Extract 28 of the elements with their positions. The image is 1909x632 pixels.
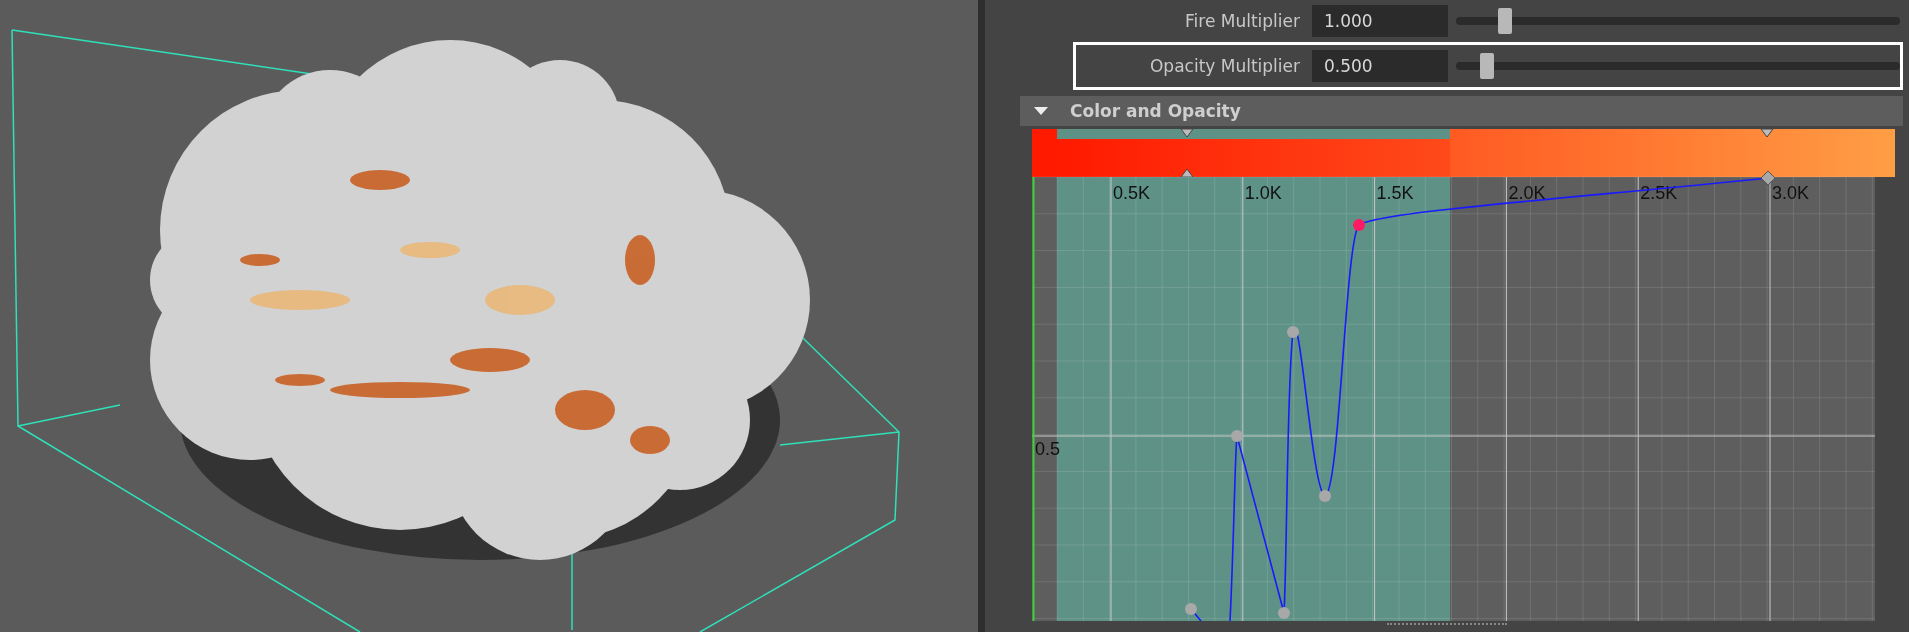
attribute-row[interactable]: Fire Multiplier 1.000 [1073,0,1903,42]
value-field[interactable]: 1.000 [1312,5,1448,37]
attribute-label: Opacity Multiplier [1148,56,1301,76]
slider-thumb[interactable] [1497,8,1512,34]
collapse-arrow-icon[interactable] [1034,107,1048,115]
value-field[interactable]: 0.500 [1312,50,1448,82]
section-title: Color and Opacity [1070,101,1241,121]
slider[interactable] [1456,8,1900,34]
curve-point-icon[interactable] [1319,490,1331,502]
curve-point-icon[interactable] [1185,603,1197,615]
slider-thumb[interactable] [1480,53,1495,79]
axis-tick-label: 3.0K [1772,183,1810,203]
curve-point-icon[interactable] [1760,170,1776,186]
attribute-row[interactable]: Opacity Multiplier 0.500 [1073,42,1903,90]
axis-tick-label: 2.5K [1640,183,1678,203]
color-ramp[interactable] [1032,129,1895,177]
curve-point-icon[interactable] [1231,430,1243,442]
slider[interactable] [1456,53,1900,79]
axis-tick-label: 2.0K [1508,183,1546,203]
axis-tick-label: 0.5K [1113,183,1151,203]
axis-tick-label: 0.5 [1035,439,1061,459]
curve-point-icon[interactable] [1287,326,1299,338]
section-header[interactable]: Color and Opacity [1020,96,1903,126]
axis-tick-label: 1.0K [1244,183,1282,203]
resize-grip-icon[interactable] [1387,623,1507,627]
attribute-label: Fire Multiplier [1184,11,1301,31]
axis-tick-label: 1.5K [1376,183,1414,203]
ramp-marker-icon[interactable] [1760,129,1774,138]
